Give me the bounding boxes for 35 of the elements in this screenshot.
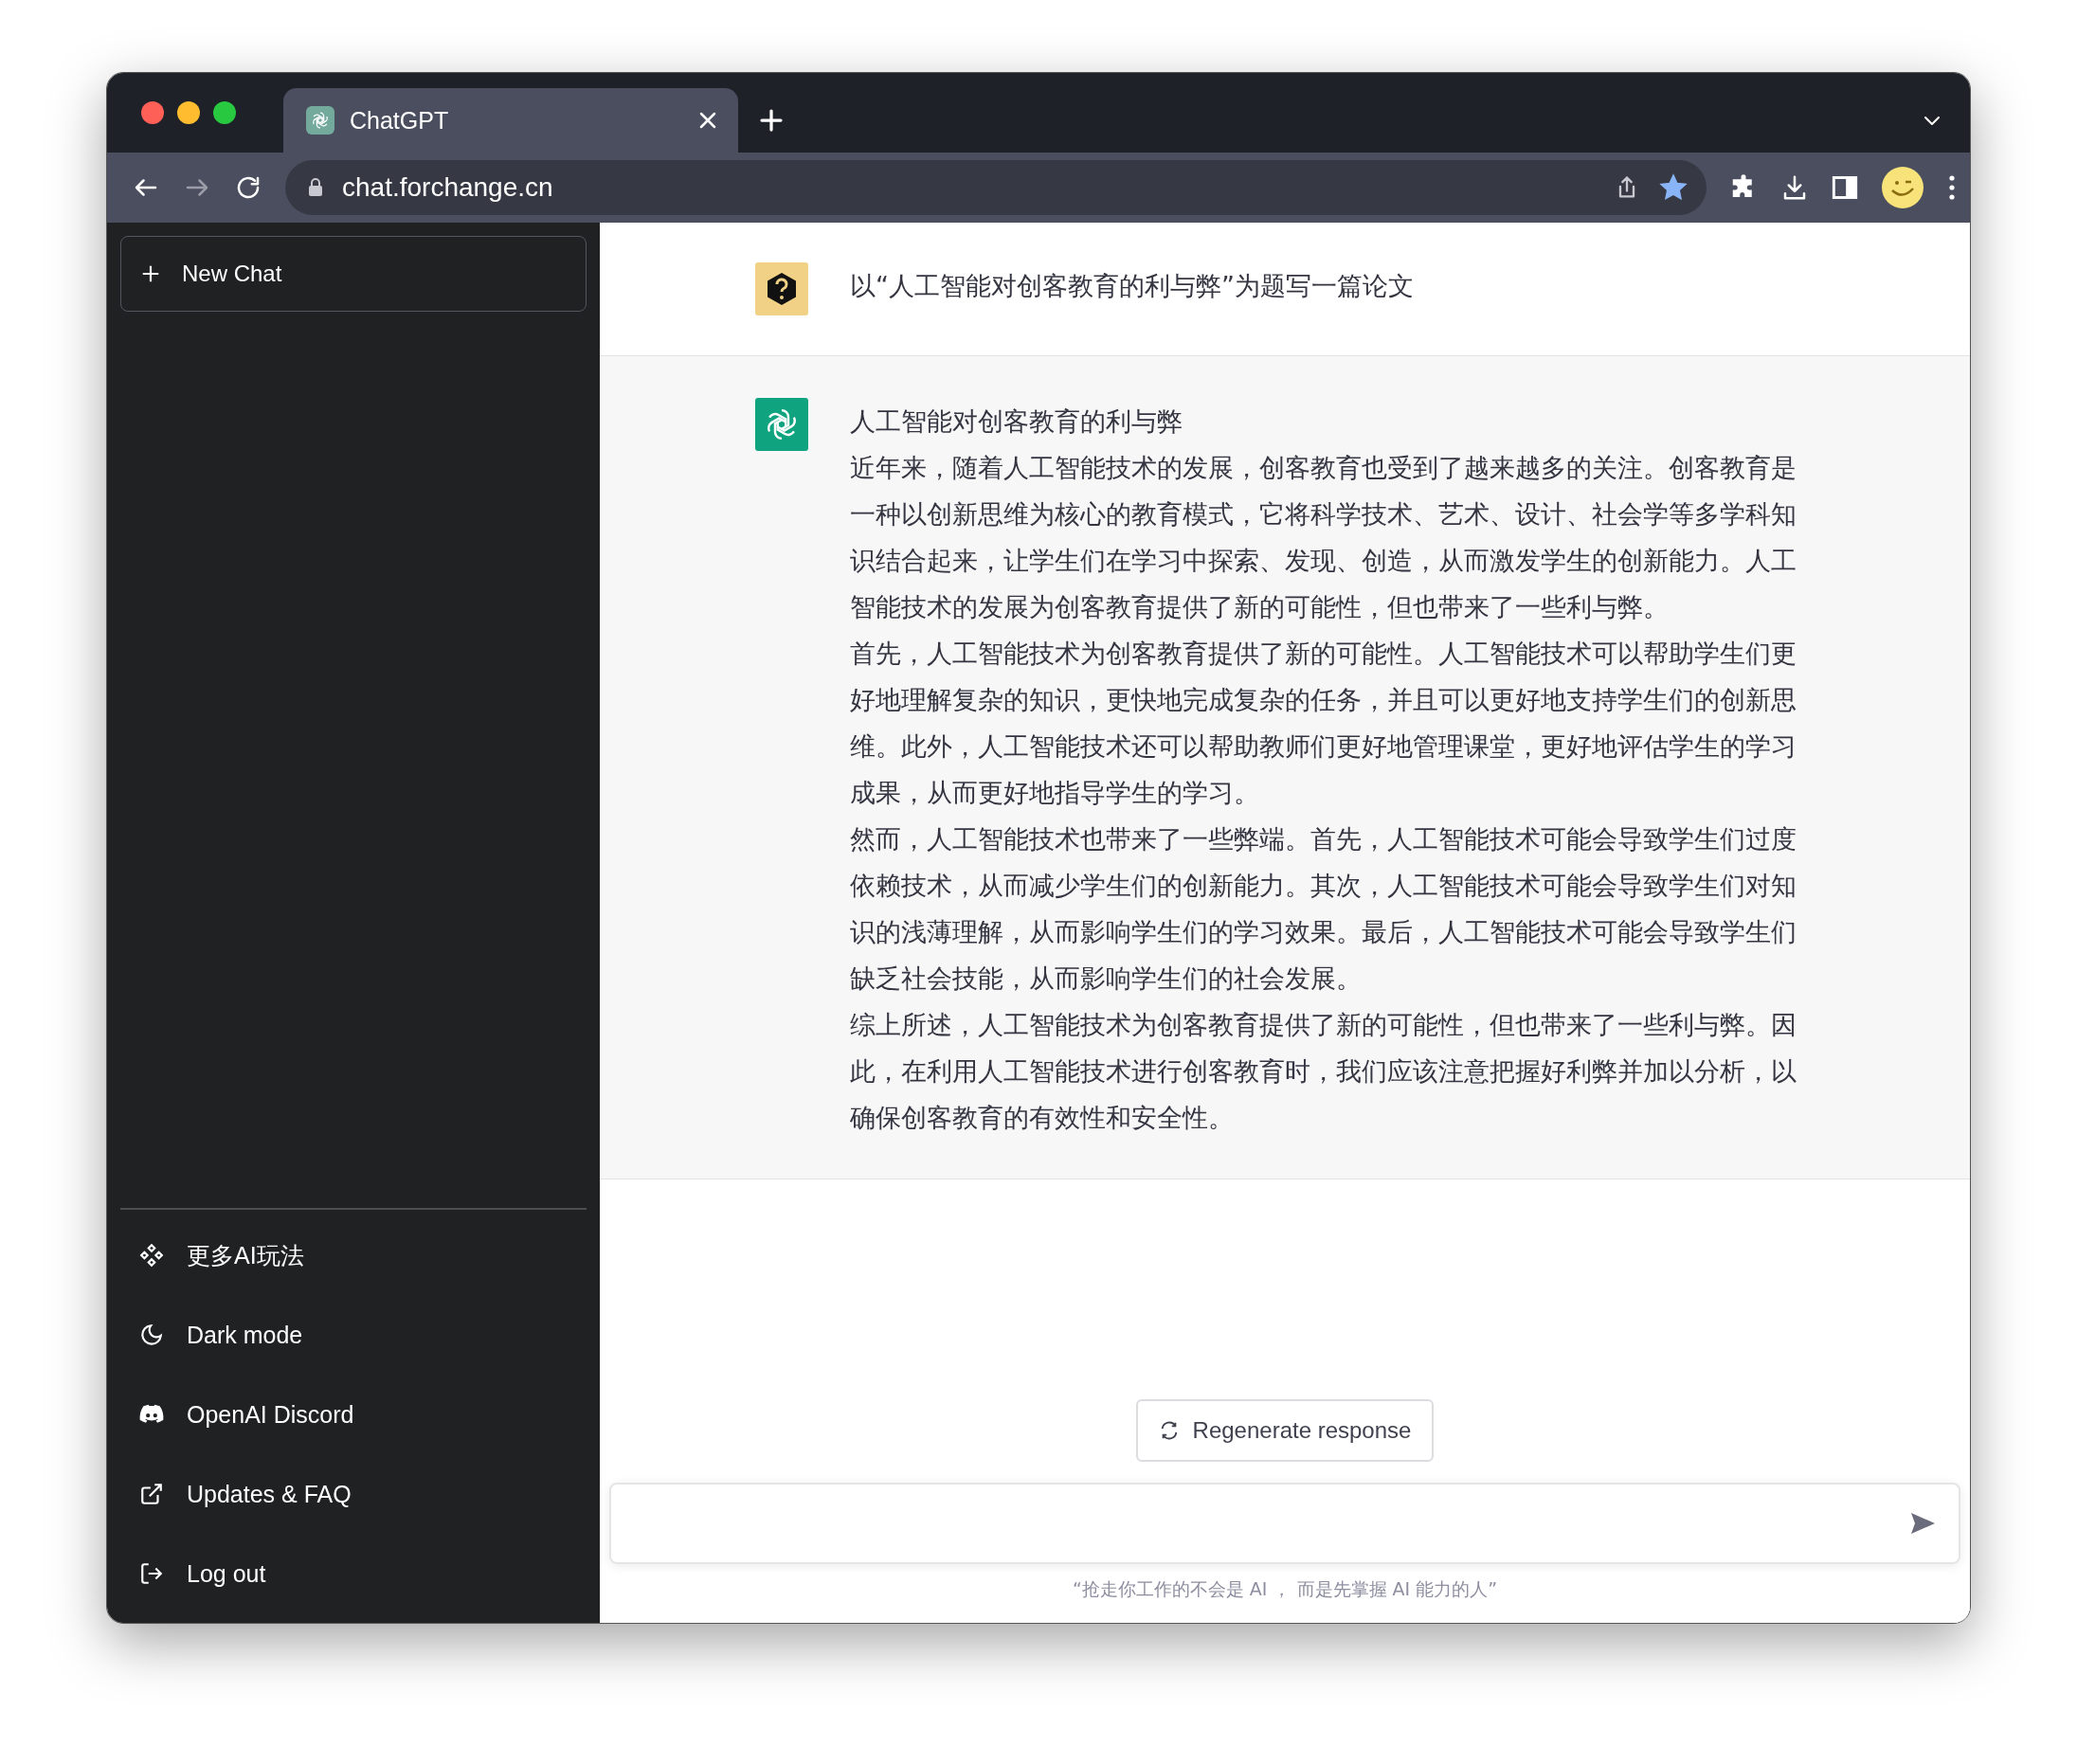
response-paragraph: 近年来，随着人工智能技术的发展，创客教育也受到了越来越多的关注。创客教育是一种以创新思维为核心的教育模式，它将科学技术、艺术、设计、社会学等多学科知识结合起来，让学生们在学习中探索、发现、创造，从而激发学生的创新能力。人工智能技术的发展为创客教育提供了新的可能性，但也带来了一些利与弊。 [850,452,1797,623]
external-link-icon [139,1482,164,1506]
user-avatar [755,262,808,315]
lock-icon [308,178,323,197]
diamonds-icon [139,1243,164,1268]
response-paragraph: 人工智能对创客教育的利与弊 [850,405,1183,438]
zoom-window-button[interactable] [213,101,236,124]
sidebar-item[interactable]: Dark mode [120,1295,587,1375]
sidebar-item[interactable]: 更多AI玩法 [120,1215,587,1295]
close-window-button[interactable] [141,101,164,124]
sidebar-item[interactable]: OpenAI Discord [120,1375,587,1454]
new-chat-button[interactable]: New Chat [120,236,587,312]
discord-icon [139,1404,164,1425]
response-paragraph: 首先，人工智能技术为创客教育提供了新的可能性。人工智能技术可以帮助学生们更好地理解复杂的知识，更快地完成复杂的任务，并且可以更好地支持学生们的创新思维。此外，人工智能技术还可以帮助教师们更好地管理课堂，更好地评估学生的学习成果，从而更好地指导学生的学习。 [850,638,1797,809]
moon-icon [139,1323,164,1347]
profile-button[interactable] [1881,166,1924,209]
sidebar-item[interactable]: Updates & FAQ [120,1454,587,1534]
regenerate-button[interactable]: Regenerate response [1135,1399,1435,1462]
address-bar[interactable]: chat.forchange.cn [285,160,1707,215]
side-panel-button[interactable] [1832,174,1858,201]
response-paragraph: 然而，人工智能技术也带来了一些弊端。首先，人工智能技术可能会导致学生们过度依赖技术，从而减少学生们的创新能力。其次，人工智能技术可能会导致学生们对知识的浅薄理解，从而影响学生们的学习效果。最后，人工智能技术可能会导致学生们缺乏社会技能，从而影响学生们的社会发展。 [850,823,1797,995]
menu-button[interactable] [1947,174,1957,201]
prompt-text: 以“人工智能对创客教育的利与弊”为题写一篇论文 [850,270,1415,302]
footer-quote: “抢走你工作的不会是 AI ， 而是先掌握 AI 能力的人” [1072,1577,1498,1601]
tab-title: ChatGPT [350,106,450,135]
sidebar-item[interactable]: Log out [120,1534,587,1613]
logout-icon [139,1561,164,1586]
send-button[interactable] [1909,1511,1936,1536]
plus-icon [140,263,161,284]
bookmark-star-button[interactable] [1659,173,1688,202]
url-text: chat.forchange.cn [342,172,554,203]
response-paragraph: 综上所述，人工智能技术为创客教育提供了新的可能性，但也带来了一些利与弊。因此，在利用人工智能技术进行创客教育时，我们应该注意把握好利弊并加以分析，以确保创客教育的有效性和安全性。 [850,1009,1797,1134]
browser-tab[interactable]: ChatGPT [283,88,738,153]
message-input[interactable] [609,1483,1960,1564]
minimize-window-button[interactable] [177,101,200,124]
